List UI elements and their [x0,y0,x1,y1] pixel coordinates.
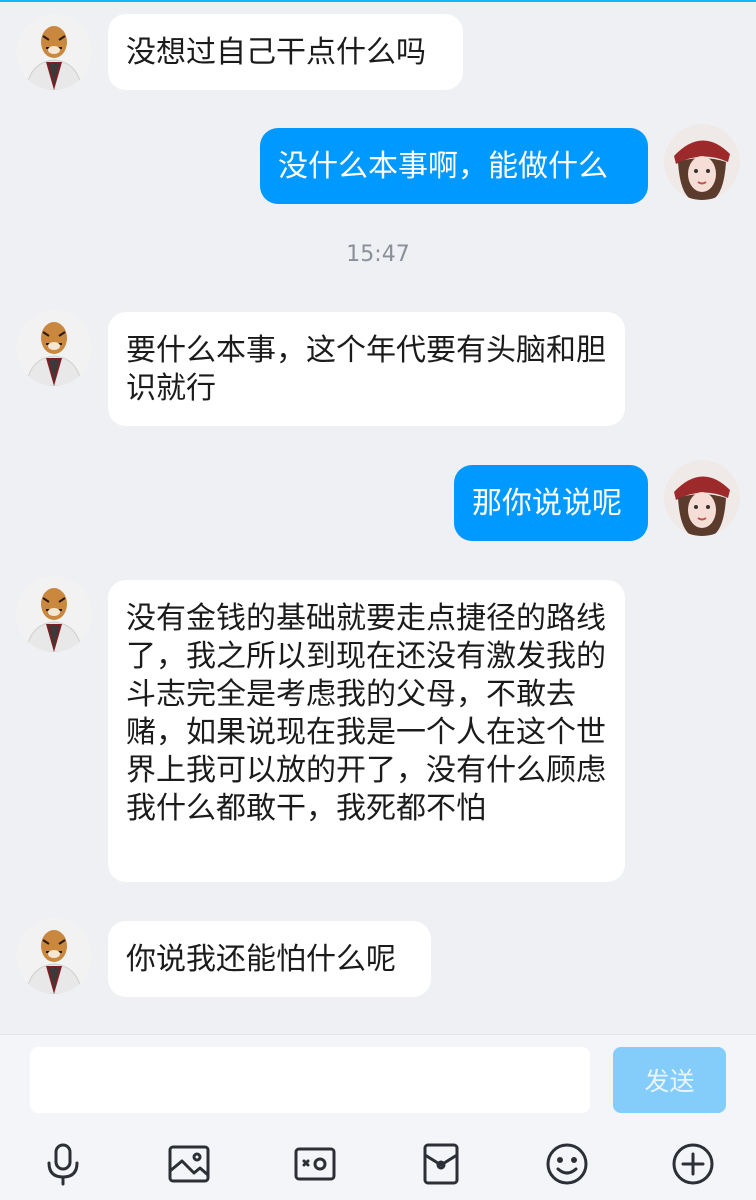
contact-avatar[interactable] [16,576,92,652]
red-packet-icon [423,1143,459,1185]
message-text: 没有金钱的基础就要走点捷径的路线了，我之所以到现在还没有激发我的斗志完全是考虑我… [126,601,606,826]
message-bubble-incoming[interactable]: 要什么本事，这个年代要有头脑和胆识就行 [108,312,625,426]
message-text: 你说我还能怕什么呢 [126,942,396,977]
contact-avatar[interactable] [16,918,92,994]
message-bubble-outgoing[interactable]: 那你说说呢 [454,465,648,541]
contact-avatar[interactable] [16,14,92,90]
message-input[interactable] [30,1047,590,1113]
contact-avatar[interactable] [16,310,92,386]
my-avatar[interactable] [664,124,740,200]
camera-icon [294,1147,336,1181]
message-bubble-incoming[interactable]: 你说我还能怕什么呢 [108,921,431,997]
message-bubble-incoming[interactable]: 没有金钱的基础就要走点捷径的路线了，我之所以到现在还没有激发我的斗志完全是考虑我… [108,580,625,882]
input-bar: 发送 [0,1034,756,1200]
message-bubble-outgoing[interactable]: 没什么本事啊，能做什么 [260,128,648,204]
message-text: 要什么本事，这个年代要有头脑和胆识就行 [126,333,606,406]
red-packet-button[interactable] [416,1139,466,1189]
message-bubble-incoming[interactable]: 没想过自己干点什么吗 [108,14,463,90]
emoji-icon [546,1143,588,1185]
plus-icon [672,1143,714,1185]
camera-button[interactable] [290,1139,340,1189]
my-avatar[interactable] [664,460,740,536]
message-text: 没想过自己干点什么吗 [126,35,426,70]
message-timestamp: 15:47 [346,242,410,267]
voice-button[interactable] [38,1139,88,1189]
more-button[interactable] [668,1139,718,1189]
chat-history[interactable]: 没想过自己干点什么吗 没什么本事啊，能做什么 15:47 要什么本事，这个年代要… [0,0,756,1034]
send-button[interactable]: 发送 [613,1047,726,1113]
input-toolbar [0,1135,756,1193]
image-button[interactable] [164,1139,214,1189]
message-text: 没什么本事啊，能做什么 [278,149,608,184]
image-icon [168,1145,210,1183]
emoji-button[interactable] [542,1139,592,1189]
message-text: 那你说说呢 [472,486,622,521]
microphone-icon [47,1143,79,1186]
